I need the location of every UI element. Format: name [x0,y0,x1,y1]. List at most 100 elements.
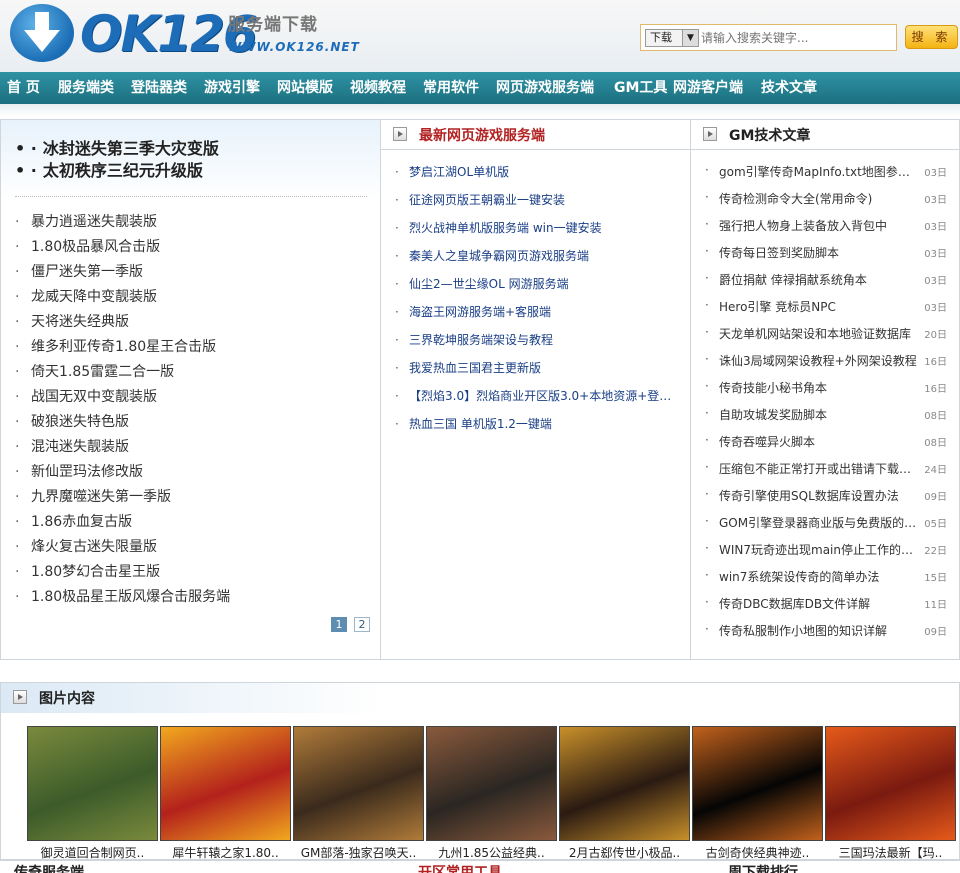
article-title: 压缩包不能正常打开或出错请下载最新 [719,462,919,476]
picture-thumbnail[interactable] [825,726,956,841]
picture-item[interactable]: GM部落-独家召唤天.. [293,726,424,860]
search-input[interactable] [701,28,891,48]
picture-item[interactable]: 2月古郄传世小极品.. [559,726,690,860]
list-item[interactable]: · 战国无双中变靓装版 [15,386,157,406]
picture-caption[interactable]: GM部落-独家召唤天.. [293,844,424,861]
picture-caption[interactable]: 三国玛法最新【玛.. [825,844,956,861]
list-item[interactable]: · 海盗王网游服务端+客服端 [395,303,680,320]
list-item[interactable]: · 1.80极品暴风合击版 [15,236,160,256]
list-item[interactable]: · 九界魔噬迷失第一季版 [15,486,171,506]
article-item[interactable]: · gom引擎传奇MapInfo.txt地图参数详解 03日 [705,163,955,180]
nav-template[interactable]: 网站模版 [277,72,333,104]
nav-client[interactable]: 网游客户端 [673,72,743,104]
search-category-select[interactable]: 下载 ▼ [645,29,699,47]
article-item[interactable]: · Hero引擎 竞标员NPC 03日 [705,298,955,315]
bottom-title[interactable]: 开区常用工具 [418,862,502,873]
pager-page-1[interactable]: 1 [331,617,347,632]
nav-video[interactable]: 视频教程 [350,72,406,104]
article-title: 诛仙3局域网架设教程+外网架设教程 [719,354,917,368]
nav-launcher[interactable]: 登陆器类 [131,72,187,104]
list-item[interactable]: · 暴力逍遥迷失靓装版 [15,211,157,231]
picture-item[interactable]: 古剑奇侠经典神迹.. [692,726,823,860]
article-item[interactable]: · 传奇技能小秘书角本 16日 [705,379,955,396]
article-item[interactable]: · GOM引擎登录器商业版与免费版的区别 05日 [705,514,955,531]
list-item[interactable]: · 热血三国 单机版1.2一键端 [395,415,680,432]
article-item[interactable]: · 自助攻城发奖励脚本 08日 [705,406,955,423]
list-item[interactable]: · 天将迷失经典版 [15,311,129,331]
play-arrow-icon [393,127,407,141]
picture-item[interactable]: 九州1.85公益经典.. [426,726,557,860]
list-item[interactable]: · 烈火战神单机版服务端 win一键安装 [395,219,680,236]
featured-item[interactable]: • · 太初秩序三纪元升级版 [15,157,203,181]
picture-thumbnail[interactable] [160,726,291,841]
picture-caption[interactable]: 御灵道回合制网页.. [27,844,158,861]
article-item[interactable]: · WIN7玩奇迹出现main停止工作的解决 22日 [705,541,955,558]
nav-server[interactable]: 服务端类 [58,72,114,104]
list-item[interactable]: · 梦启江湖OL单机版 [395,163,680,180]
list-item[interactable]: · 仙尘2—世尘缘OL 网游服务端 [395,275,680,292]
article-title: 传奇检测命令大全(常用命令) [719,192,873,206]
list-item[interactable]: · 征途网页版王朝霸业一键安装 [395,191,680,208]
picture-item[interactable]: 犀牛轩辕之家1.80.. [160,726,291,860]
list-item[interactable]: · 【烈焰3.0】烈焰商业开区版3.0+本地资源+登陆器 [395,387,680,404]
picture-thumbnail[interactable] [293,726,424,841]
list-item[interactable]: · 1.86赤血复古版 [15,511,132,531]
article-date: 16日 [924,357,947,368]
picture-caption[interactable]: 九州1.85公益经典.. [426,844,557,861]
bottom-title[interactable]: 周下载排行 [728,862,798,873]
picture-thumbnail[interactable] [692,726,823,841]
bottom-section-1: 传奇服务端 [0,860,381,873]
picture-caption[interactable]: 犀牛轩辕之家1.80.. [160,844,291,861]
nav-engine[interactable]: 游戏引擎 [204,72,260,104]
picture-caption[interactable]: 古剑奇侠经典神迹.. [692,844,823,861]
list-item[interactable]: · 我爱热血三国君主更新版 [395,359,680,376]
article-date: 22日 [924,546,947,557]
article-item[interactable]: · 传奇DBC数据库DB文件详解 11日 [705,595,955,612]
gm-articles-title[interactable]: GM技术文章 [729,125,810,145]
picture-title: 图片内容 [39,691,95,707]
picture-caption[interactable]: 2月古郄传世小极品.. [559,844,690,861]
list-item[interactable]: · 秦美人之皇城争霸网页游戏服务端 [395,247,680,264]
site-logo[interactable]: OK126 服务端下载 WWW.OK126.NET [8,2,359,66]
list-item[interactable]: · 烽火复古迷失限量版 [15,536,157,556]
picture-item[interactable]: 御灵道回合制网页.. [27,726,158,860]
pager-page-2[interactable]: 2 [354,617,370,632]
nav-software[interactable]: 常用软件 [423,72,479,104]
list-item[interactable]: · 新仙罡玛法修改版 [15,461,143,481]
picture-section: 图片内容 御灵道回合制网页.. 犀牛轩辕之家1.80.. GM部落-独家召唤天.. 九… [0,682,960,860]
list-item[interactable]: · 龙威天降中变靓装版 [15,286,157,306]
bottom-title[interactable]: 传奇服务端 [14,862,84,873]
article-item[interactable]: · 传奇检测命令大全(常用命令) 03日 [705,190,955,207]
list-item[interactable]: · 三界乾坤服务端架设与教程 [395,331,680,348]
article-title: 强行把人物身上装备放入背包中 [719,219,888,233]
article-date: 03日 [924,195,947,206]
search-button[interactable]: 搜 索 [905,25,958,49]
list-item[interactable]: · 混沌迷失靓装版 [15,436,129,456]
list-item[interactable]: · 破狼迷失特色版 [15,411,129,431]
list-item[interactable]: · 僵尸迷失第一季版 [15,261,143,281]
article-item[interactable]: · 诛仙3局域网架设教程+外网架设教程 16日 [705,352,955,369]
picture-thumbnail[interactable] [559,726,690,841]
article-item[interactable]: · 传奇私服制作小地图的知识详解 09日 [705,622,955,639]
article-item[interactable]: · 传奇吞噬异火脚本 08日 [705,433,955,450]
article-item[interactable]: · 传奇每日签到奖励脚本 03日 [705,244,955,261]
article-item[interactable]: · 爵位捐献 倖禄捐献系统角本 03日 [705,271,955,288]
picture-item[interactable]: 三国玛法最新【玛.. [825,726,956,860]
webgame-title[interactable]: 最新网页游戏服务端 [419,125,545,145]
nav-articles[interactable]: 技术文章 [761,72,817,104]
list-item[interactable]: · 维多利亚传奇1.80星王合击版 [15,336,216,356]
list-item[interactable]: · 1.80极品星王版风爆合击服务端 [15,586,230,606]
article-item[interactable]: · 传奇引擎使用SQL数据库设置办法 09日 [705,487,955,504]
list-item[interactable]: · 1.80梦幻合击星王版 [15,561,160,581]
featured-item[interactable]: • · 冰封迷失第三季大灾变版 [15,135,219,159]
article-item[interactable]: · win7系统架设传奇的简单办法 15日 [705,568,955,585]
article-item[interactable]: · 压缩包不能正常打开或出错请下载最新 24日 [705,460,955,477]
picture-thumbnail[interactable] [27,726,158,841]
article-item[interactable]: · 强行把人物身上装备放入背包中 03日 [705,217,955,234]
nav-gm-tools[interactable]: GM工具 [614,72,667,104]
list-item[interactable]: · 倚天1.85雷霆二合一版 [15,361,174,381]
article-item[interactable]: · 天龙单机网站架设和本地验证数据库 20日 [705,325,955,342]
nav-home[interactable]: 首 页 [7,72,40,104]
picture-thumbnail[interactable] [426,726,557,841]
nav-webgame[interactable]: 网页游戏服务端 [496,72,594,104]
